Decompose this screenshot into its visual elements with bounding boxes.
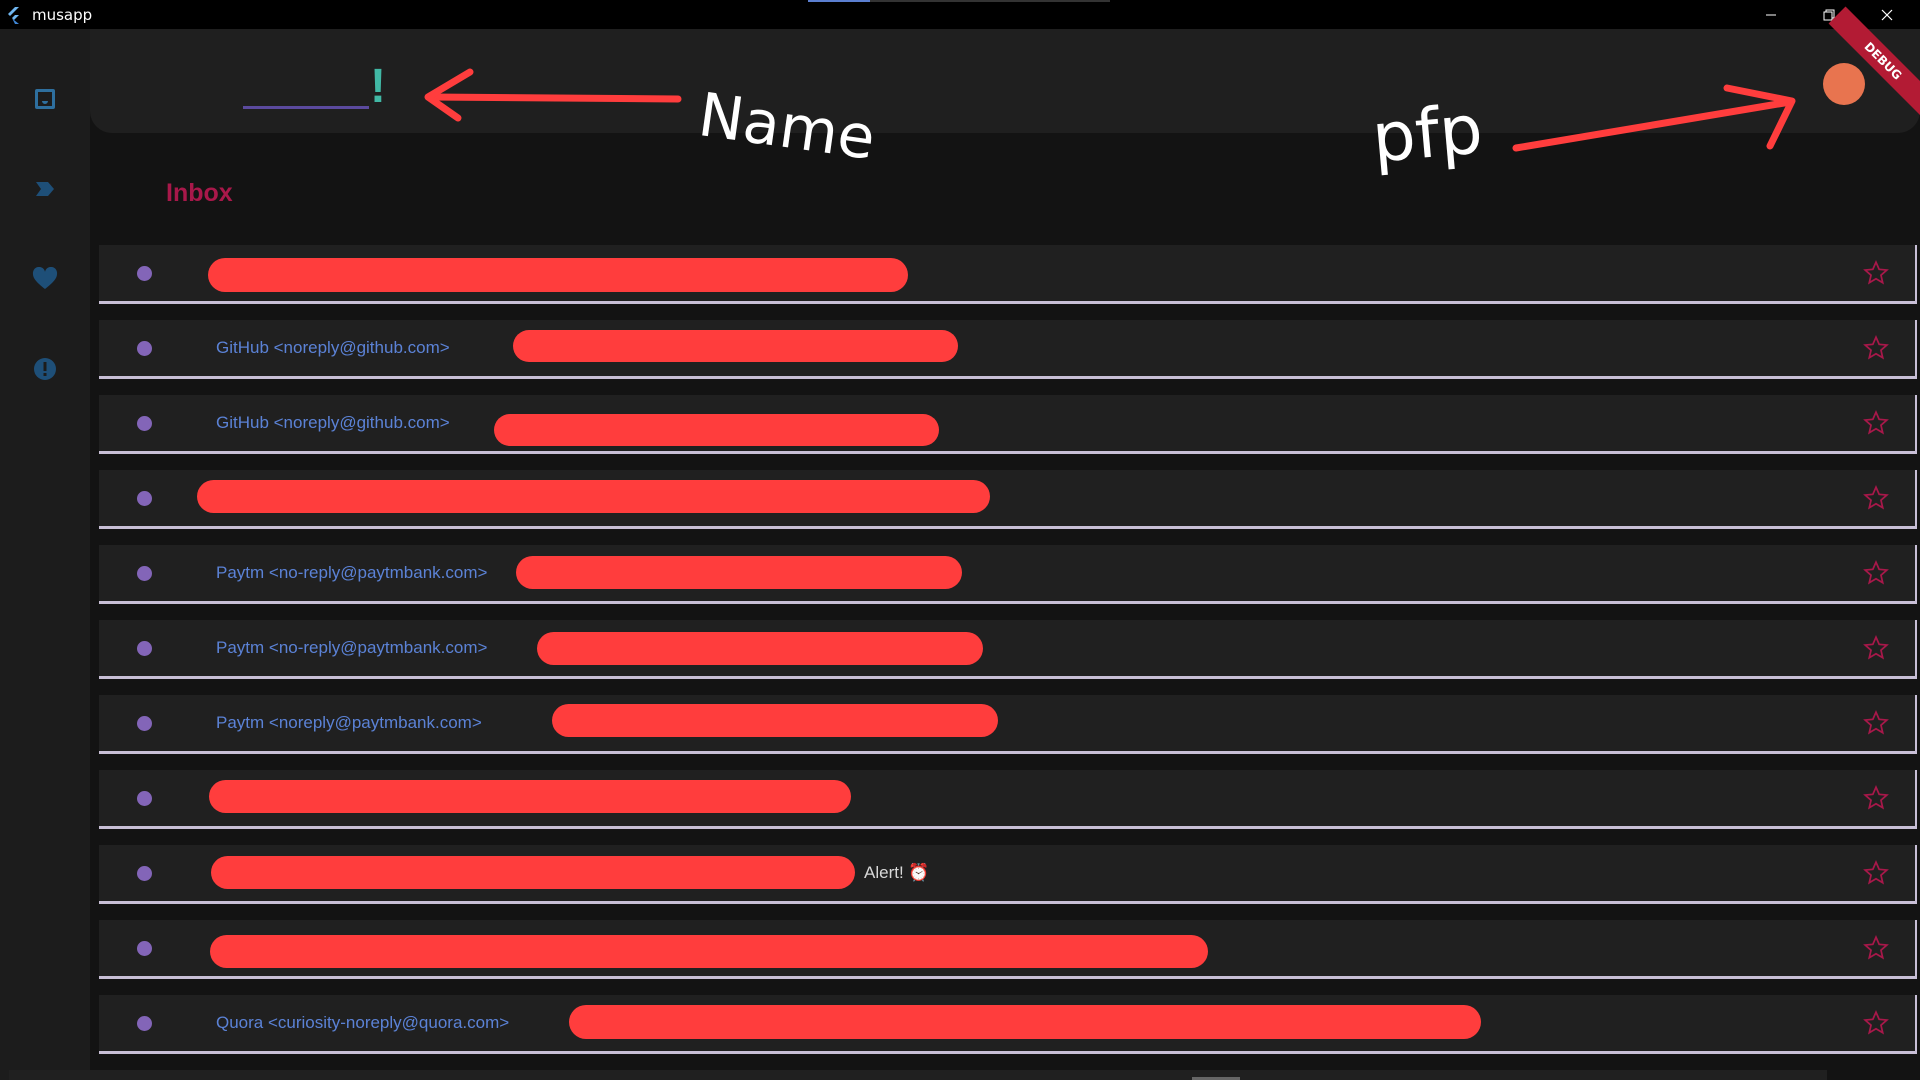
- email-row[interactable]: GitHub <noreply@github.com>: [99, 395, 1917, 454]
- redaction-mark: [211, 856, 855, 889]
- unread-dot: [137, 566, 152, 581]
- page-title: Inbox: [166, 179, 233, 207]
- unread-dot: [137, 791, 152, 806]
- email-row[interactable]: [99, 470, 1917, 529]
- title-bar: musapp: [0, 0, 1920, 29]
- sidebar-item-alerts[interactable]: [30, 354, 60, 384]
- redaction-mark: [210, 935, 1208, 968]
- minimize-button[interactable]: [1742, 0, 1800, 29]
- star-icon[interactable]: [1863, 560, 1889, 586]
- email-sender: GitHub <noreply@github.com>: [216, 338, 450, 357]
- star-icon[interactable]: [1863, 485, 1889, 511]
- sidebar-item-labels[interactable]: [30, 174, 60, 204]
- redaction-mark: [209, 780, 851, 813]
- star-icon[interactable]: [1863, 635, 1889, 661]
- redaction-mark: [208, 258, 908, 292]
- star-icon[interactable]: [1863, 1010, 1889, 1036]
- avatar[interactable]: [1823, 63, 1865, 105]
- star-icon[interactable]: [1863, 410, 1889, 436]
- email-row[interactable]: Quora <curiosity-noreply@quora.com>: [99, 995, 1917, 1054]
- email-subject: Alert! ⏰: [864, 863, 930, 882]
- unread-dot: [137, 1016, 152, 1031]
- label-arrow-icon: [36, 182, 54, 196]
- window-title: musapp: [32, 5, 93, 24]
- sidebar-item-favorites[interactable]: [30, 264, 60, 294]
- email-row[interactable]: [99, 920, 1917, 979]
- sidebar-item-inbox[interactable]: [30, 84, 60, 114]
- star-icon[interactable]: [1863, 785, 1889, 811]
- email-row[interactable]: Paytm <noreply@paytmbank.com>: [99, 695, 1917, 754]
- redaction-mark: [197, 480, 990, 513]
- alert-icon: [34, 358, 56, 380]
- email-sender: GitHub <noreply@github.com>: [216, 413, 450, 432]
- email-row[interactable]: GitHub <noreply@github.com>: [99, 320, 1917, 379]
- unread-dot: [137, 866, 152, 881]
- email-row[interactable]: Alert! ⏰: [99, 845, 1917, 904]
- unread-dot: [137, 716, 152, 731]
- flutter-logo-icon: [8, 6, 19, 24]
- sidebar: [0, 29, 90, 1080]
- star-icon[interactable]: [1863, 260, 1889, 286]
- email-sender: Quora <curiosity-noreply@quora.com>: [216, 1013, 510, 1032]
- redaction-mark: [552, 704, 998, 737]
- unread-dot: [137, 491, 152, 506]
- email-sender: Paytm <noreply@paytmbank.com>: [216, 713, 482, 732]
- app-header: !: [90, 29, 1920, 133]
- email-row[interactable]: [99, 245, 1917, 304]
- heart-icon: [32, 267, 58, 289]
- title-bar-indicator: [808, 0, 1110, 2]
- redaction-mark: [494, 414, 939, 446]
- app-window: musapp ! DEBUG Inbox GitHub <noreply@git…: [0, 0, 1920, 1080]
- main-content: ! DEBUG Inbox GitHub <noreply@github.com…: [90, 6, 1920, 1080]
- star-icon[interactable]: [1863, 335, 1889, 361]
- redaction-mark: [513, 330, 958, 362]
- user-name-suffix: !: [370, 60, 386, 113]
- minimize-icon: [1766, 14, 1776, 15]
- star-icon[interactable]: [1863, 860, 1889, 886]
- unread-dot: [137, 266, 152, 281]
- unread-dot: [137, 641, 152, 656]
- close-button[interactable]: [1858, 0, 1916, 29]
- email-sender: Paytm <no-reply@paytmbank.com>: [216, 638, 488, 657]
- email-sender: Paytm <no-reply@paytmbank.com>: [216, 563, 488, 582]
- close-icon: [1881, 9, 1893, 20]
- star-icon[interactable]: [1863, 710, 1889, 736]
- inbox-icon: [35, 89, 55, 109]
- redaction-mark: [516, 556, 962, 589]
- redaction-mark: [537, 632, 983, 665]
- email-row[interactable]: [99, 770, 1917, 829]
- star-icon[interactable]: [1863, 935, 1889, 961]
- email-row[interactable]: Paytm <no-reply@paytmbank.com>: [99, 545, 1917, 604]
- unread-dot: [137, 341, 152, 356]
- unread-dot: [137, 416, 152, 431]
- user-name-placeholder: [243, 106, 369, 109]
- redaction-mark: [569, 1005, 1481, 1039]
- email-row[interactable]: Paytm <no-reply@paytmbank.com>: [99, 620, 1917, 679]
- email-row-partial: [9, 1070, 1827, 1080]
- pfp-annotation-label: pfp: [1369, 90, 1486, 179]
- unread-dot: [137, 941, 152, 956]
